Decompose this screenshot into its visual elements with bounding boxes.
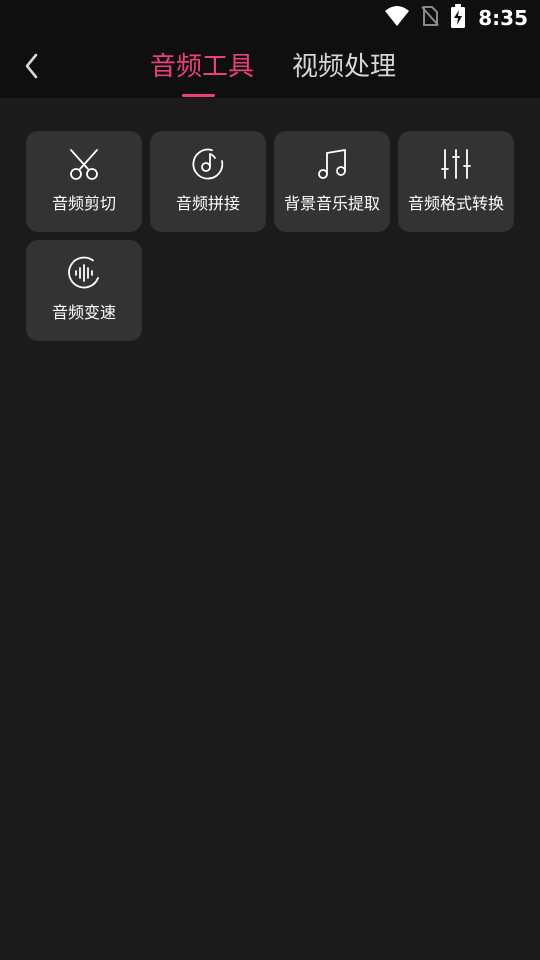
tool-label: 背景音乐提取 (283, 194, 380, 213)
tool-label: 音频拼接 (175, 194, 240, 213)
tab-video-processing[interactable]: 视频处理 (292, 50, 396, 84)
app-header: 音频工具 视频处理 (0, 36, 540, 98)
equalizer-sliders-icon (438, 146, 474, 182)
tool-audio-format-convert[interactable]: 音频格式转换 (398, 131, 514, 232)
tool-label: 音频变速 (51, 303, 116, 322)
tool-label: 音频剪切 (51, 194, 116, 213)
tool-audio-speed[interactable]: 音频变速 (26, 240, 142, 341)
tool-bgm-extract[interactable]: 背景音乐提取 (274, 131, 390, 232)
status-time: 8:35 (478, 6, 528, 30)
wifi-icon (384, 5, 410, 31)
tab-audio-tools[interactable]: 音频工具 (150, 50, 254, 84)
back-button[interactable] (14, 50, 50, 86)
battery-charging-icon (450, 4, 466, 32)
music-note-icon (314, 146, 350, 182)
tool-label: 音频格式转换 (407, 194, 504, 213)
scissors-icon (66, 146, 102, 182)
tool-audio-cut[interactable]: 音频剪切 (26, 131, 142, 232)
screen: 8:35 音频工具 视频处理 音频剪切 音频拼接 背景音乐提取 音频格式转换 音… (0, 0, 540, 960)
status-icons: 8:35 (384, 4, 528, 32)
active-tab-indicator (182, 94, 215, 97)
chevron-left-icon (22, 52, 42, 84)
status-bar: 8:35 (0, 0, 540, 36)
tool-audio-merge[interactable]: 音频拼接 (150, 131, 266, 232)
no-sim-icon (420, 5, 440, 31)
waveform-circle-icon (66, 255, 102, 291)
music-disc-icon (190, 146, 226, 182)
